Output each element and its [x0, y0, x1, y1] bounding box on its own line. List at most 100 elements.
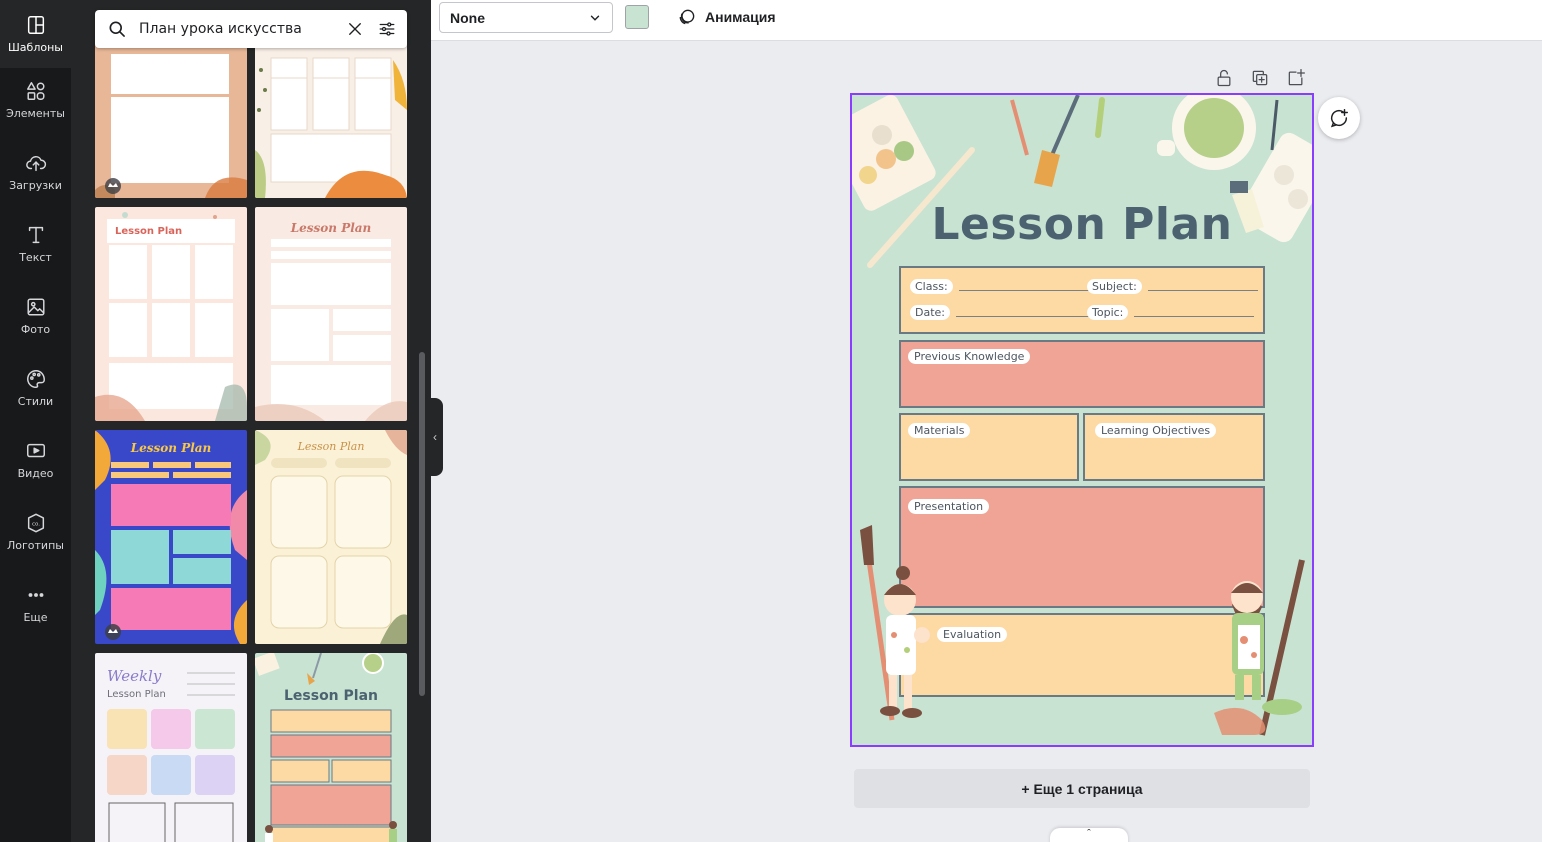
thumb-6-title: Lesson Plan — [297, 440, 365, 453]
page-illustrations — [852, 95, 1312, 736]
search-input[interactable] — [139, 21, 339, 37]
rail-label: Текст — [19, 251, 52, 264]
add-page-icon — [1288, 69, 1305, 86]
rail-label: Логотипы — [7, 539, 64, 552]
thumbnail-art: Lesson Plan — [95, 430, 247, 644]
rail-label: Видео — [17, 467, 54, 480]
previous-knowledge-label[interactable]: Previous Knowledge — [908, 349, 1031, 364]
rail-label: Стили — [17, 395, 54, 408]
thumbnail-art: Lesson Plan — [255, 653, 397, 842]
text-icon — [28, 226, 43, 244]
template-thumbnail-6[interactable]: Lesson Plan — [255, 430, 407, 644]
materials-label[interactable]: Materials — [908, 423, 971, 438]
rail-item-templates[interactable]: Шаблоны — [0, 0, 71, 68]
uploads-icon — [25, 155, 46, 172]
template-thumbnail-1[interactable] — [95, 40, 247, 198]
chevron-left-icon: ‹ — [433, 430, 437, 444]
duplicate-page-button[interactable] — [1250, 68, 1270, 88]
filter-button[interactable] — [371, 10, 403, 48]
add-page-button[interactable]: + Еще 1 страница — [854, 769, 1310, 808]
left-rail: Шаблоны Элементы Загрузки Текст Фото Сти… — [0, 0, 71, 842]
add-page-icon-button[interactable] — [1286, 68, 1306, 88]
template-thumbnail-3[interactable]: Lesson Plan — [95, 207, 247, 421]
thumb-3-title: Lesson Plan — [115, 226, 182, 237]
template-search-bar — [95, 10, 407, 48]
more-icon — [28, 593, 43, 597]
brush-2 — [1050, 95, 1080, 156]
template-thumbnail-5[interactable]: Lesson Plan — [95, 430, 247, 644]
date-line — [956, 316, 1090, 317]
duplicate-icon — [1252, 70, 1268, 86]
rail-item-logos[interactable]: co. Логотипы — [0, 498, 71, 566]
class-field[interactable]: Class: — [910, 279, 1089, 294]
filter-sliders-icon — [379, 22, 395, 36]
design-page[interactable]: Lesson Plan Class: Subject: Date: Topic:… — [850, 93, 1314, 747]
thumb-7-title-a: Weekly — [107, 667, 162, 685]
thumbnail-art — [255, 57, 407, 198]
background-color-swatch[interactable] — [625, 5, 649, 29]
template-thumbnail-4[interactable]: Lesson Plan — [255, 207, 407, 421]
animation-icon — [679, 9, 695, 25]
presentation-label[interactable]: Presentation — [908, 499, 990, 514]
thumb-5-title: Lesson Plan — [130, 441, 212, 455]
rail-item-video[interactable]: Видео — [0, 426, 71, 494]
rail-label: Элементы — [6, 107, 65, 120]
rail-item-more[interactable]: Еще — [0, 570, 71, 638]
lock-icon — [1217, 69, 1231, 87]
photo-icon — [26, 298, 45, 316]
animation-label: Анимация — [705, 9, 776, 25]
lock-page-button[interactable] — [1214, 68, 1234, 88]
font-select-dropdown[interactable]: None — [439, 2, 613, 33]
page-actions — [1198, 68, 1306, 88]
subject-label: Subject: — [1087, 279, 1142, 294]
svg-text:co.: co. — [31, 521, 39, 527]
video-icon — [26, 443, 45, 458]
subject-line — [1147, 290, 1258, 291]
thumbnail-art: Weekly Lesson Plan — [107, 667, 235, 842]
templates-panel: Lesson Plan Lesson Plan Lesson Plan Less… — [71, 0, 431, 842]
thumbnail-art: Lesson Plan — [255, 430, 407, 644]
topic-line — [1134, 316, 1255, 317]
thumbnail-art: Lesson Plan — [255, 221, 407, 421]
thumb-4-title: Lesson Plan — [290, 221, 372, 235]
comment-add-icon — [1330, 109, 1348, 128]
logos-icon: co. — [27, 513, 44, 533]
select-value: None — [450, 9, 485, 26]
elements-icon — [26, 82, 45, 100]
animation-button[interactable]: Анимация — [677, 5, 776, 29]
rail-label: Шаблоны — [8, 41, 63, 54]
rail-item-uploads[interactable]: Загрузки — [0, 138, 71, 206]
add-comment-button[interactable] — [1318, 97, 1360, 139]
learning-objectives-label[interactable]: Learning Objectives — [1095, 423, 1217, 438]
chevron-down-icon — [590, 15, 600, 21]
evaluation-label[interactable]: Evaluation — [937, 627, 1008, 642]
topic-field[interactable]: Topic: — [1087, 305, 1255, 320]
chevron-up-icon: ˆ — [1087, 828, 1091, 840]
template-thumbnail-2[interactable] — [255, 40, 407, 198]
thumbnail-art: Lesson Plan — [95, 212, 247, 421]
template-thumbnail-7[interactable]: Weekly Lesson Plan — [95, 653, 247, 842]
close-icon — [349, 23, 361, 35]
thumb-7-title-b: Lesson Plan — [107, 689, 166, 700]
thumbnail-art — [95, 54, 247, 198]
notes-toggle-tab[interactable]: ˆ — [1050, 828, 1128, 842]
collapse-panel-button[interactable]: ‹ — [427, 398, 443, 476]
rail-item-styles[interactable]: Стили — [0, 354, 71, 422]
page-title[interactable]: Lesson Plan — [852, 199, 1312, 250]
rail-label: Фото — [20, 323, 51, 336]
date-label: Date: — [910, 305, 950, 320]
rail-item-elements[interactable]: Элементы — [0, 66, 71, 134]
rail-label: Еще — [23, 611, 48, 624]
rail-label: Загрузки — [9, 179, 62, 192]
rail-item-photo[interactable]: Фото — [0, 282, 71, 350]
panel-scrollbar[interactable] — [419, 352, 425, 696]
subject-field[interactable]: Subject: — [1087, 279, 1258, 294]
thumb-8-title: Lesson Plan — [284, 688, 378, 704]
date-field[interactable]: Date: — [910, 305, 1090, 320]
topic-label: Topic: — [1087, 305, 1129, 320]
template-thumbnail-8[interactable]: Lesson Plan — [255, 653, 407, 842]
rail-item-text[interactable]: Текст — [0, 210, 71, 278]
templates-icon — [27, 16, 44, 34]
editor-toolbar: None Анимация — [431, 0, 1542, 41]
clear-search-button[interactable] — [339, 10, 371, 48]
